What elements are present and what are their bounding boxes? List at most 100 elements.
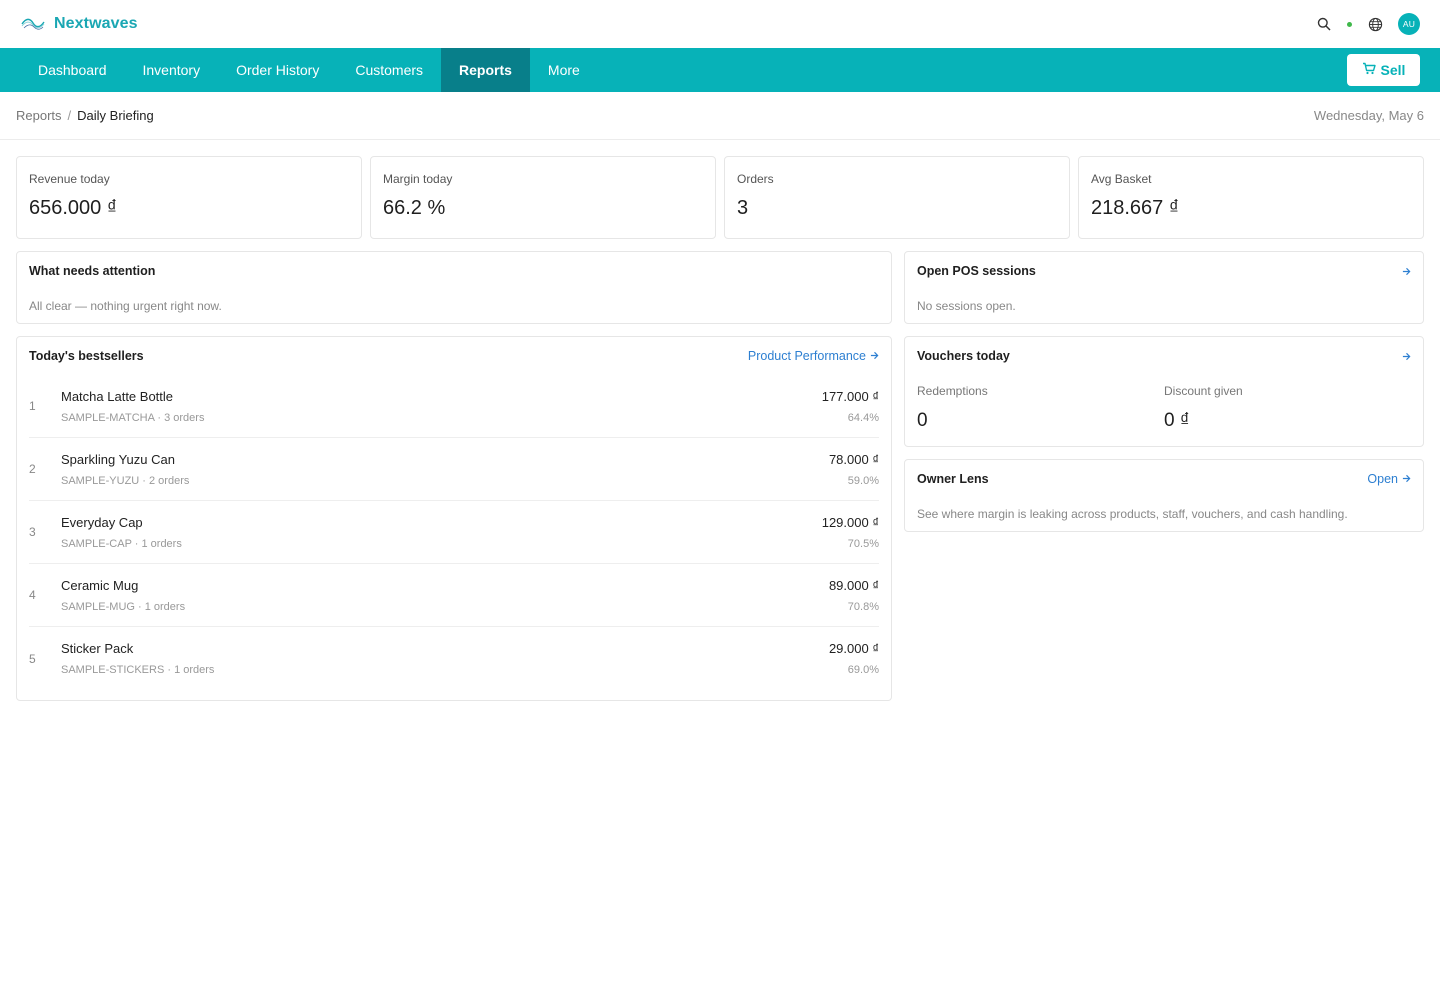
- pos-sessions-card: Open POS sessions No sessions open.: [904, 251, 1424, 324]
- left-column: What needs attention All clear — nothing…: [16, 251, 892, 701]
- product-amount: 78.000 ₫: [828, 451, 879, 467]
- rank: 4: [29, 588, 36, 602]
- product-amount: 29.000 ₫: [828, 641, 879, 656]
- pos-sessions-body: No sessions open.: [917, 299, 1016, 313]
- sell-wrap: Sell: [1347, 48, 1420, 92]
- discount-label: Discount given: [1164, 384, 1243, 398]
- rank: 3: [29, 525, 36, 539]
- nav-item-reports[interactable]: Reports: [441, 48, 530, 92]
- arrow-right-icon[interactable]: [1402, 352, 1411, 361]
- kpi-value: 218.667 ₫: [1091, 197, 1180, 219]
- kpi-label: Margin today: [383, 172, 453, 186]
- product-info: Ceramic Mug SAMPLE-MUG · 1 orders: [61, 578, 829, 613]
- kpi-card-margin: Margin today 66.2 %: [370, 156, 716, 239]
- nav-item-inventory[interactable]: Inventory: [125, 48, 219, 92]
- kpi-value: 656.000 ₫: [29, 197, 118, 219]
- card-head: What needs attention: [29, 264, 879, 278]
- list-item[interactable]: 1 Matcha Latte Bottle SAMPLE-MATCHA · 3 …: [29, 375, 879, 438]
- attention-body: All clear — nothing urgent right now.: [29, 299, 222, 313]
- product-margin: 59.0%: [847, 474, 879, 487]
- product-margin: 64.4%: [847, 411, 879, 424]
- rank: 1: [29, 399, 36, 413]
- rank: 2: [29, 462, 36, 476]
- discount-value: 0 ₫: [1164, 410, 1190, 431]
- kpi-label: Avg Basket: [1091, 172, 1152, 186]
- vouchers-card: Vouchers today Redemptions 0 Discount gi…: [904, 336, 1424, 447]
- product-meta: SAMPLE-YUZU · 2 orders: [61, 474, 190, 487]
- card-head: Vouchers today: [917, 349, 1411, 363]
- product-figures: 78.000 ₫ 59.0%: [829, 452, 879, 487]
- wave-logo-icon: [20, 14, 46, 34]
- sub-header: Reports / Daily Briefing Wednesday, May …: [0, 92, 1440, 140]
- attention-title: What needs attention: [29, 264, 156, 278]
- kpi-card-revenue: Revenue today 656.000 ₫: [16, 156, 362, 239]
- kpi-label: Orders: [737, 172, 774, 186]
- redemptions-value: 0: [917, 410, 928, 431]
- list-item[interactable]: 4 Ceramic Mug SAMPLE-MUG · 1 orders 89.0…: [29, 564, 879, 627]
- product-amount: 129.000 ₫: [821, 514, 879, 530]
- status-dot: [1347, 21, 1352, 27]
- product-figures: 29.000 ₫ 69.0%: [829, 641, 879, 676]
- main-nav: Dashboard Inventory Order History Custom…: [0, 48, 1440, 92]
- main-grid: What needs attention All clear — nothing…: [16, 251, 1424, 701]
- product-figures: 129.000 ₫ 70.5%: [822, 515, 879, 550]
- product-performance-label: Product Performance: [747, 349, 866, 363]
- bestsellers-list: 1 Matcha Latte Bottle SAMPLE-MATCHA · 3 …: [29, 375, 879, 690]
- redemptions-label: Redemptions: [917, 384, 988, 398]
- current-date: Wednesday, May 6: [1313, 108, 1424, 123]
- product-margin: 69.0%: [847, 664, 879, 676]
- breadcrumb-separator: /: [67, 108, 72, 123]
- product-figures: 89.000 ₫ 70.8%: [829, 578, 879, 613]
- product-info: Sparkling Yuzu Can SAMPLE-YUZU · 2 order…: [61, 452, 829, 487]
- product-info: Matcha Latte Bottle SAMPLE-MATCHA · 3 or…: [61, 389, 822, 424]
- vouchers-title: Vouchers today: [917, 349, 1010, 363]
- globe-icon[interactable]: [1366, 15, 1384, 33]
- list-item[interactable]: 5 Sticker Pack SAMPLE-STICKERS · 1 order…: [29, 627, 879, 690]
- product-name: Matcha Latte Bottle: [61, 388, 174, 404]
- rank: 5: [29, 651, 36, 666]
- card-head: Owner Lens Open: [917, 472, 1411, 486]
- list-item[interactable]: 3 Everyday Cap SAMPLE-CAP · 1 orders 129…: [29, 501, 879, 564]
- open-label: Open: [1367, 472, 1398, 486]
- breadcrumb-current: Daily Briefing: [77, 108, 154, 123]
- arrow-right-icon[interactable]: [1402, 267, 1411, 276]
- nav-item-more[interactable]: More: [530, 48, 598, 92]
- kpi-value: 66.2 %: [383, 197, 446, 219]
- list-item[interactable]: 2 Sparkling Yuzu Can SAMPLE-YUZU · 2 ord…: [29, 438, 879, 501]
- nav-items: Dashboard Inventory Order History Custom…: [20, 48, 598, 92]
- right-column: Open POS sessions No sessions open. Vouc…: [904, 251, 1424, 701]
- product-meta: SAMPLE-MUG · 1 orders: [61, 600, 186, 613]
- avatar[interactable]: AU: [1398, 13, 1420, 35]
- kpi-row: Revenue today 656.000 ₫ Margin today 66.…: [16, 156, 1424, 239]
- product-name: Everyday Cap: [61, 514, 143, 530]
- redemptions-stat: Redemptions 0: [917, 384, 1164, 432]
- top-bar: Nextwaves AU: [0, 0, 1440, 48]
- cart-icon: [1362, 62, 1376, 78]
- nav-item-dashboard[interactable]: Dashboard: [20, 48, 125, 92]
- sell-label: Sell: [1380, 62, 1406, 78]
- product-name: Sparkling Yuzu Can: [61, 451, 175, 467]
- card-head: Open POS sessions: [917, 264, 1411, 278]
- sell-button[interactable]: Sell: [1347, 54, 1420, 86]
- arrow-right-icon: [870, 349, 879, 363]
- arrow-right-icon: [1402, 472, 1411, 486]
- kpi-card-avg-basket: Avg Basket 218.667 ₫: [1078, 156, 1424, 239]
- product-info: Everyday Cap SAMPLE-CAP · 1 orders: [61, 515, 822, 550]
- product-amount: 89.000 ₫: [828, 577, 879, 593]
- owner-lens-open-link[interactable]: Open: [1367, 472, 1411, 486]
- product-meta: SAMPLE-CAP · 1 orders: [61, 537, 182, 550]
- bestsellers-card: Today's bestsellers Product Performance …: [16, 336, 892, 701]
- kpi-card-orders: Orders 3: [724, 156, 1070, 239]
- product-amount: 177.000 ₫: [821, 388, 879, 404]
- product-name: Ceramic Mug: [61, 577, 139, 593]
- product-performance-link[interactable]: Product Performance: [748, 349, 879, 363]
- nav-item-order-history[interactable]: Order History: [218, 48, 337, 92]
- search-icon[interactable]: [1315, 15, 1333, 33]
- product-figures: 177.000 ₫ 64.4%: [822, 389, 879, 424]
- nav-item-customers[interactable]: Customers: [337, 48, 441, 92]
- owner-lens-card: Owner Lens Open See where margin is leak…: [904, 459, 1424, 532]
- breadcrumb-reports[interactable]: Reports: [16, 108, 62, 123]
- kpi-label: Revenue today: [29, 172, 110, 186]
- brand[interactable]: Nextwaves: [20, 14, 138, 34]
- page-content: Revenue today 656.000 ₫ Margin today 66.…: [0, 140, 1440, 717]
